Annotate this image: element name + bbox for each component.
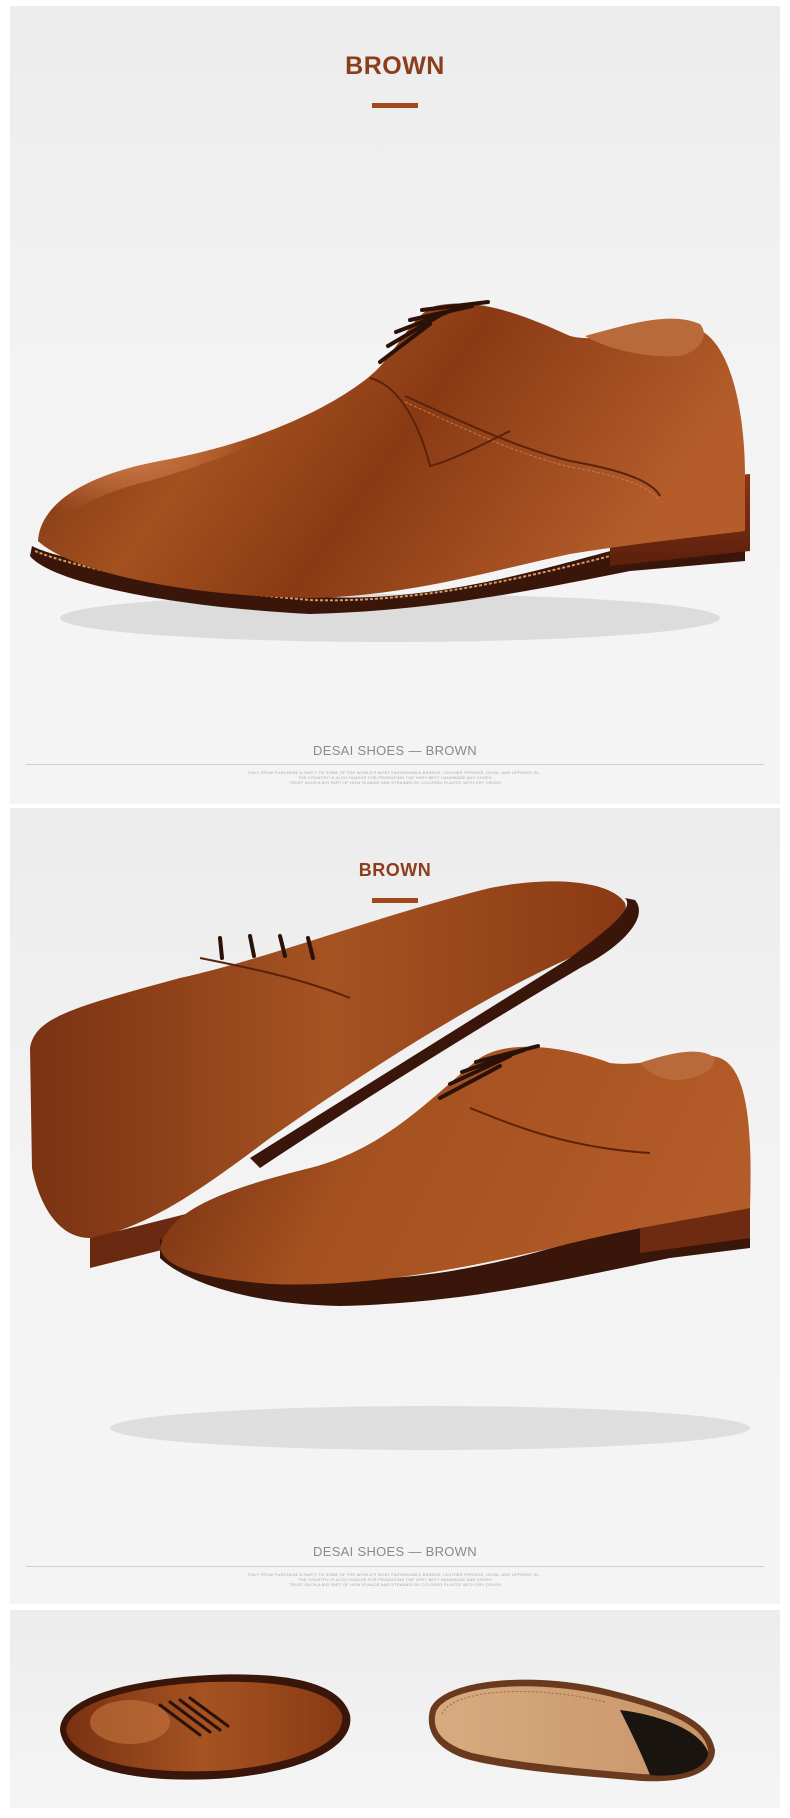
fine-print-line: TRUST SUCH A BIG PART OF HOW IS MADE AND… <box>289 1582 501 1587</box>
product-caption: DESAI SHOES — BROWN <box>313 743 477 758</box>
shoe-details-image <box>60 1674 715 1782</box>
fine-print-line: TRUST SUCH A BIG PART OF HOW IS MADE AND… <box>289 780 501 785</box>
leather-outsole-view <box>428 1679 715 1782</box>
product-panel-pair-view: BROWN DESAI SHOES — BROWN ITALY FROM PUR… <box>10 808 780 1604</box>
product-panel-side-view: BROWN DESAI SHOES — BROWN ITALY FROM PUR… <box>10 6 780 804</box>
product-detail-page: BROWN DESAI SHOES — BROWN ITALY FROM PUR… <box>0 0 790 1818</box>
fine-print: ITALY FROM PURCHASE A PARTY TO SOME OF T… <box>10 1572 780 1587</box>
product-caption: DESAI SHOES — BROWN <box>313 1544 477 1559</box>
divider-line <box>26 1566 764 1567</box>
divider-line <box>26 764 764 765</box>
shoe-pair-image <box>30 881 751 1450</box>
shoe-side-view-image <box>30 300 750 642</box>
shoe-top-view <box>60 1674 351 1780</box>
product-panel-details <box>10 1610 780 1808</box>
fine-print: ITALY FROM PURCHASE A PARTY TO SOME OF T… <box>10 770 780 785</box>
